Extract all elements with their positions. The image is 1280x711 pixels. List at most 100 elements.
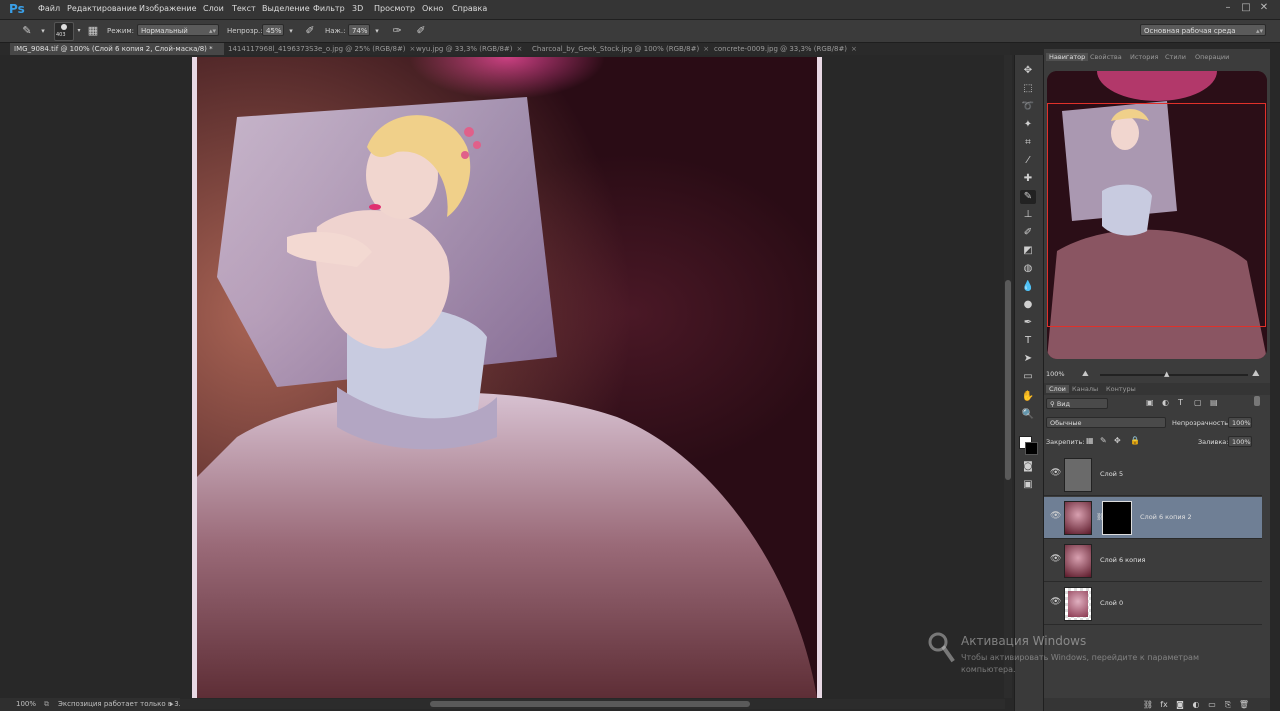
layer-name[interactable]: Слой 5 xyxy=(1100,470,1123,478)
lock-pixels-icon[interactable]: ✎ xyxy=(1100,436,1107,445)
brush-tool-icon[interactable]: ✎ xyxy=(20,24,34,38)
filter-smart-icon[interactable]: ▤ xyxy=(1210,398,1218,407)
paint-bucket-icon[interactable]: ◍ xyxy=(1020,262,1036,276)
filter-adjustment-icon[interactable]: ◐ xyxy=(1162,398,1169,407)
status-zoom[interactable]: 100% xyxy=(16,698,36,711)
layer-opacity-field[interactable]: 100% xyxy=(1228,417,1252,428)
navigator-view-box[interactable] xyxy=(1047,103,1266,327)
menu-3d[interactable]: 3D xyxy=(352,4,363,13)
magic-wand-icon[interactable]: ✦ xyxy=(1020,118,1036,132)
layer-style-icon[interactable]: fx xyxy=(1158,698,1170,711)
workspace-select[interactable]: Основная рабочая среда ▴▾ xyxy=(1140,24,1266,36)
trash-icon[interactable]: 🗑 xyxy=(1238,698,1250,711)
zoom-tool-icon[interactable]: 🔍 xyxy=(1020,408,1036,422)
layer-row[interactable]: 👁 Слой 6 копия xyxy=(1044,540,1262,582)
tab-properties[interactable]: Свойства xyxy=(1090,53,1122,61)
zoom-slider-handle[interactable]: ▲ xyxy=(1164,370,1169,378)
tab-history[interactable]: История xyxy=(1130,53,1158,61)
tab-wyu[interactable]: wyu.jpg @ 33,3% (RGB/8#) × xyxy=(416,43,522,55)
tab-actions[interactable]: Операции xyxy=(1195,53,1229,61)
menu-file[interactable]: Файл xyxy=(38,4,60,13)
menu-window[interactable]: Окно xyxy=(422,4,443,13)
navigator-zoom-value[interactable]: 100% xyxy=(1046,370,1065,378)
chevron-down-icon[interactable]: ▾ xyxy=(72,24,86,38)
healing-brush-icon[interactable]: ✚ xyxy=(1020,172,1036,186)
menu-help[interactable]: Справка xyxy=(452,4,487,13)
close-icon[interactable]: × xyxy=(851,45,857,53)
menu-select[interactable]: Выделение xyxy=(262,4,310,13)
menu-text[interactable]: Текст xyxy=(232,4,256,13)
menu-layers[interactable]: Слои xyxy=(203,4,224,13)
eyedropper-icon[interactable]: ⁄ xyxy=(1020,154,1036,168)
tab-navigator[interactable]: Навигатор xyxy=(1046,53,1089,61)
dodge-tool-icon[interactable]: ● xyxy=(1020,298,1036,312)
chevron-down-icon[interactable]: ▾ xyxy=(36,24,50,38)
layer-row-selected[interactable]: 👁 ⛓ Слой 6 копия 2 xyxy=(1044,497,1262,539)
brush-panel-icon[interactable]: ▦ xyxy=(86,24,100,38)
eye-icon[interactable]: 👁 xyxy=(1050,511,1061,521)
lock-all-icon[interactable]: 🔒 xyxy=(1130,436,1140,445)
type-tool-icon[interactable]: T xyxy=(1020,334,1036,348)
group-icon[interactable]: ▭ xyxy=(1206,698,1218,711)
pressure-size-icon[interactable]: ✐ xyxy=(414,24,428,38)
maximize-icon[interactable]: □ xyxy=(1240,2,1252,14)
filter-toggle[interactable] xyxy=(1254,396,1260,406)
zoom-out-icon[interactable]: ⛰ xyxy=(1082,369,1089,379)
screen-mode-icon[interactable]: ▣ xyxy=(1020,478,1036,492)
chevron-down-icon[interactable]: ▾ xyxy=(284,24,298,38)
add-mask-icon[interactable]: ◙ xyxy=(1174,698,1186,711)
layer-name[interactable]: Слой 6 копия xyxy=(1100,556,1145,564)
new-layer-icon[interactable]: ⎘ xyxy=(1222,698,1234,711)
tab-channels[interactable]: Каналы xyxy=(1072,385,1098,393)
status-info-icon[interactable]: ⧉ xyxy=(44,698,49,711)
move-tool-icon[interactable]: ✥ xyxy=(1020,64,1036,78)
layer-name[interactable]: Слой 0 xyxy=(1100,599,1123,607)
layer-mask-thumbnail[interactable] xyxy=(1102,501,1132,535)
close-icon[interactable]: × xyxy=(410,45,416,53)
pressure-opacity-icon[interactable]: ✐ xyxy=(303,24,317,38)
lock-position-icon[interactable]: ✥ xyxy=(1114,436,1121,445)
tab-concrete[interactable]: concrete-0009.jpg @ 33,3% (RGB/8#) × xyxy=(714,43,857,55)
eye-icon[interactable]: 👁 xyxy=(1050,597,1061,607)
horizontal-scroll-thumb[interactable] xyxy=(430,701,750,707)
eye-icon[interactable]: 👁 xyxy=(1050,468,1061,478)
hand-tool-icon[interactable]: ✋ xyxy=(1020,390,1036,404)
marquee-tool-icon[interactable]: ⬚ xyxy=(1020,82,1036,96)
tab-styles[interactable]: Стили xyxy=(1165,53,1186,61)
document-image[interactable] xyxy=(197,57,817,698)
zoom-slider[interactable] xyxy=(1100,374,1248,376)
path-select-icon[interactable]: ➤ xyxy=(1020,352,1036,366)
filter-shape-icon[interactable]: ▢ xyxy=(1194,398,1202,407)
layer-row[interactable]: 👁 Слой 5 xyxy=(1044,454,1262,496)
shape-tool-icon[interactable]: ▭ xyxy=(1020,370,1036,384)
eraser-tool-icon[interactable]: ◩ xyxy=(1020,244,1036,258)
menu-image[interactable]: Изображение xyxy=(139,4,197,13)
mode-select[interactable]: Нормальный ▴▾ xyxy=(137,24,219,36)
filter-pixel-icon[interactable]: ▣ xyxy=(1146,398,1154,407)
link-layers-icon[interactable]: ⛓ xyxy=(1142,698,1154,711)
menu-view[interactable]: Просмотр xyxy=(374,4,415,13)
tab-charcoal[interactable]: Charcoal_by_Geek_Stock.jpg @ 100% (RGB/8… xyxy=(532,43,709,55)
layer-name[interactable]: Слой 6 копия 2 xyxy=(1140,513,1192,521)
eye-icon[interactable]: 👁 xyxy=(1050,554,1061,564)
blur-tool-icon[interactable]: 💧 xyxy=(1020,280,1036,294)
tab-1414117968[interactable]: 1414117968l_4196373S3e_o.jpg @ 25% (RGB/… xyxy=(228,43,415,55)
lock-transparency-icon[interactable]: ▦ xyxy=(1086,436,1094,445)
close-icon[interactable]: × xyxy=(703,45,709,53)
minimize-icon[interactable]: – xyxy=(1222,2,1234,14)
play-arrow-icon[interactable]: ▸ xyxy=(170,698,174,711)
close-icon[interactable]: × xyxy=(517,45,523,53)
brush-tool-icon[interactable]: ✎ xyxy=(1020,190,1036,204)
chevron-down-icon[interactable]: ▾ xyxy=(370,24,384,38)
blend-mode-select[interactable]: Обычные xyxy=(1046,417,1166,428)
filter-type-icon[interactable]: T xyxy=(1178,398,1183,407)
opacity-field[interactable]: 45% xyxy=(262,24,284,36)
brush-preset-picker[interactable]: 403 xyxy=(54,22,74,41)
pen-tool-icon[interactable]: ✒ xyxy=(1020,316,1036,330)
close-icon[interactable]: ✕ xyxy=(1258,2,1270,14)
lasso-tool-icon[interactable]: ➰ xyxy=(1020,100,1036,114)
adjustment-layer-icon[interactable]: ◐ xyxy=(1190,698,1202,711)
crop-tool-icon[interactable]: ⌗ xyxy=(1020,136,1036,150)
layer-row[interactable]: 👁 Слой 0 xyxy=(1044,583,1262,625)
vertical-scroll-thumb[interactable] xyxy=(1005,280,1011,480)
